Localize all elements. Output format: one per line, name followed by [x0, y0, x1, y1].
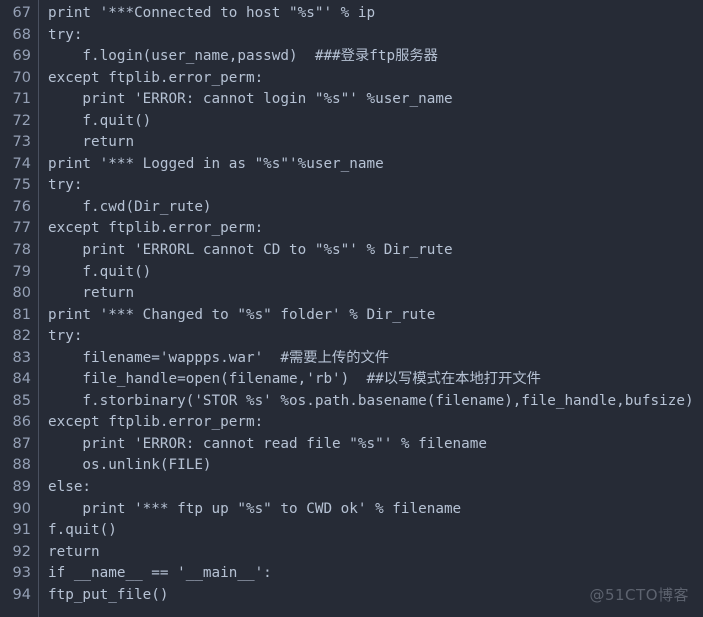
line-number: 86 [12, 414, 31, 431]
line-number: 76 [12, 198, 31, 215]
line-number: 75 [12, 177, 31, 194]
code-line[interactable]: print '*** Logged in as "%s"'%user_name [48, 154, 703, 176]
code-line[interactable]: try: [48, 326, 703, 348]
line-number: 78 [12, 242, 31, 259]
code-line[interactable]: except ftplib.error_perm: [48, 68, 703, 90]
line-number: 84 [12, 371, 31, 388]
line-number: 90 [12, 500, 31, 517]
code-line[interactable]: print '***Connected to host "%s"' % ip [48, 3, 703, 25]
code-line[interactable]: print 'ERROR: cannot read file "%s"' % f… [48, 434, 703, 456]
line-number: 71 [12, 91, 31, 108]
line-number: 88 [12, 457, 31, 474]
code-line[interactable]: f.quit() [48, 520, 703, 542]
line-number: 87 [12, 435, 31, 452]
code-line[interactable]: file_handle=open(filename,'rb') ##以写模式在本… [48, 369, 703, 391]
code-line[interactable]: if __name__ == '__main__': [48, 563, 703, 585]
code-line[interactable]: return [48, 283, 703, 305]
code-line[interactable]: try: [48, 25, 703, 47]
code-line[interactable]: f.login(user_name,passwd) ###登录ftp服务器 [48, 46, 703, 68]
code-line[interactable]: except ftplib.error_perm: [48, 412, 703, 434]
line-number: 80 [12, 285, 31, 302]
line-number: 92 [12, 543, 31, 560]
line-number-gutter: 67 68 69 70 71 72 73 74 75 76 77 78 79 80 81 82 83 84 85 86… [0, 0, 39, 617]
line-number: 85 [12, 392, 31, 409]
line-number: 74 [12, 155, 31, 172]
code-line[interactable]: f.cwd(Dir_rute) [48, 197, 703, 219]
line-number: 73 [12, 134, 31, 151]
line-number: 94 [12, 586, 31, 603]
line-number: 67 [12, 5, 31, 21]
code-line[interactable]: return [48, 542, 703, 564]
code-line[interactable]: f.quit() [48, 262, 703, 284]
code-line[interactable]: else: [48, 477, 703, 499]
line-number: 77 [12, 220, 31, 237]
code-line[interactable]: print 'ERROR: cannot login "%s"' %user_n… [48, 89, 703, 111]
code-line[interactable]: try: [48, 175, 703, 197]
line-number: 82 [12, 328, 31, 345]
line-number: 89 [12, 479, 31, 496]
line-number: 68 [12, 26, 31, 43]
code-line[interactable]: filename='wappps.war' #需要上传的文件 [48, 348, 703, 370]
code-line[interactable]: print '*** Changed to "%s" folder' % Dir… [48, 305, 703, 327]
code-line[interactable]: return [48, 132, 703, 154]
code-line[interactable]: print '*** ftp up "%s" to CWD ok' % file… [48, 499, 703, 521]
code-line[interactable]: except ftplib.error_perm: [48, 218, 703, 240]
code-line[interactable]: ftp_put_file() [48, 585, 703, 607]
code-line[interactable]: print 'ERRORL cannot CD to "%s"' % Dir_r… [48, 240, 703, 262]
line-number: 81 [12, 306, 31, 323]
line-number: 79 [12, 263, 31, 280]
line-number: 69 [12, 48, 31, 65]
code-content-area[interactable]: print '***Connected to host "%s"' % ip tr… [39, 0, 703, 617]
line-number: 91 [12, 522, 31, 539]
line-number: 93 [12, 565, 31, 582]
code-line[interactable]: f.storbinary('STOR %s' %os.path.basename… [48, 391, 703, 413]
line-number: 72 [12, 112, 31, 129]
code-line[interactable]: f.quit() [48, 111, 703, 133]
line-number: 70 [12, 69, 31, 86]
code-line[interactable]: os.unlink(FILE) [48, 455, 703, 477]
code-viewer: 67 68 69 70 71 72 73 74 75 76 77 78 79 80 81 82 83 84 85 86… [0, 0, 703, 617]
line-number: 83 [12, 349, 31, 366]
